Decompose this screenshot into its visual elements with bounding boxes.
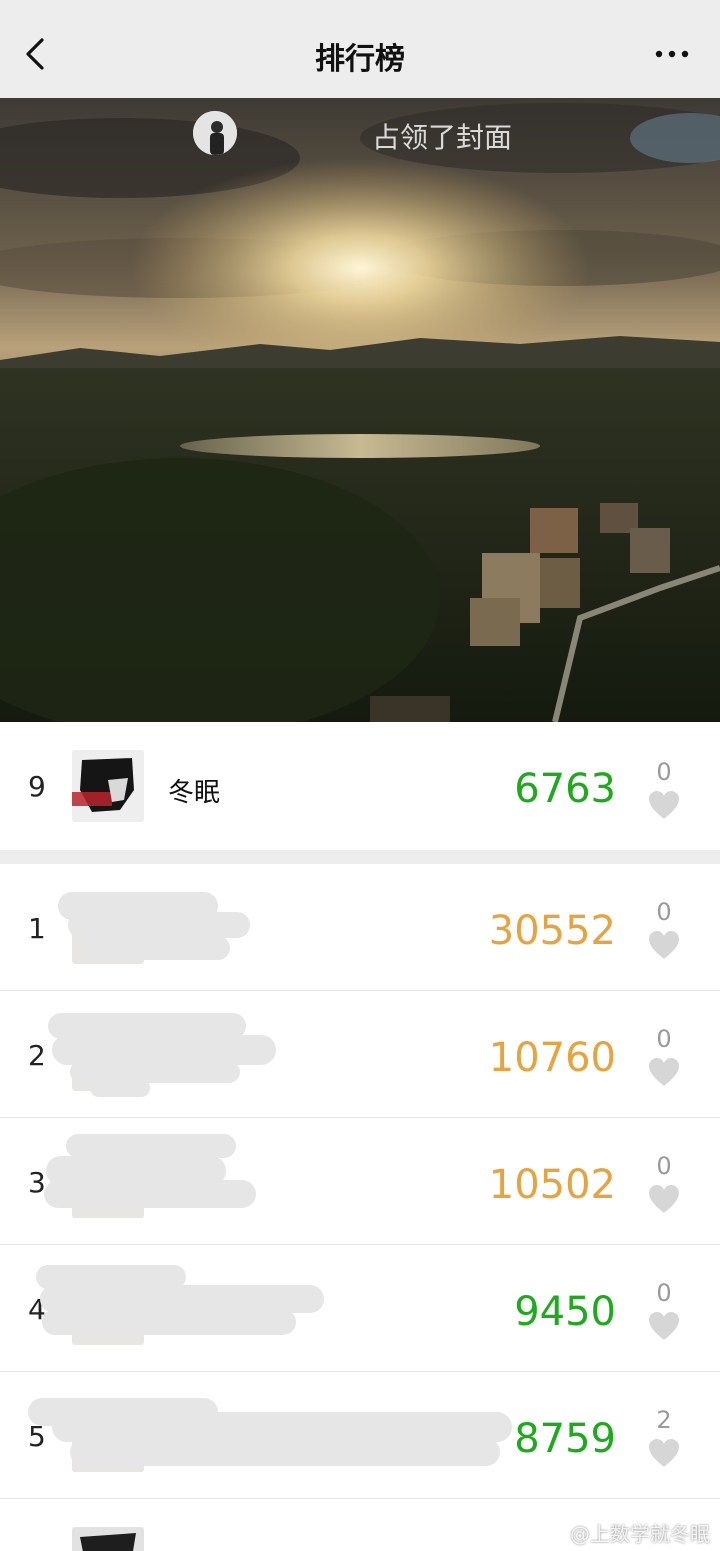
like-count: 0	[656, 1025, 672, 1053]
avatar[interactable]	[72, 1527, 144, 1551]
like-count: 0	[656, 898, 672, 926]
section-separator	[0, 850, 720, 864]
avatar-image	[193, 111, 237, 155]
cover-caption: 占领了封面	[372, 121, 513, 154]
like-button[interactable]: 0	[646, 1152, 682, 1214]
like-button[interactable]: 2	[646, 1406, 682, 1468]
like-count: 0	[656, 1152, 672, 1180]
table-row[interactable]: 5 8759 2	[0, 1372, 720, 1499]
page-title: 排行榜	[315, 42, 405, 77]
like-button[interactable]: 0	[646, 1025, 682, 1087]
table-row[interactable]: 3 10502 0	[0, 1118, 720, 1245]
step-count: 8759	[514, 1416, 616, 1462]
table-row[interactable]: 2 10760 0	[0, 991, 720, 1118]
heart-icon	[649, 931, 679, 959]
table-row[interactable]: 1 30552 0	[0, 864, 720, 991]
redaction-scribble	[66, 1134, 236, 1158]
user-name: 冬眠	[168, 778, 221, 808]
like-button[interactable]: 0	[646, 1279, 682, 1341]
step-count: 10760	[488, 1035, 616, 1081]
more-dots-icon	[655, 50, 689, 58]
step-count: 30552	[488, 908, 616, 954]
redaction-scribble	[80, 936, 230, 960]
like-count: 0	[656, 758, 672, 786]
redaction-scribble	[68, 912, 250, 938]
like-count: 2	[656, 1406, 672, 1434]
redaction-scribble	[90, 1079, 150, 1097]
heart-icon	[649, 1312, 679, 1340]
redaction-scribble	[70, 1438, 500, 1466]
watermark: @上数学就冬眠	[570, 1522, 710, 1546]
heart-icon	[649, 791, 679, 819]
table-row[interactable]: 4 9450 0	[0, 1245, 720, 1372]
like-count: 0	[656, 1279, 672, 1307]
like-button[interactable]: 0	[646, 898, 682, 960]
step-count: 9450	[514, 1289, 616, 1335]
heart-icon	[649, 1185, 679, 1213]
rank-number: 2	[28, 1039, 46, 1072]
ranking-list: 1 30552 0 2 10760 0 3 10502 0 4 9450 0 5…	[0, 864, 720, 1551]
cover-image[interactable]: 占领了封面	[0, 98, 720, 722]
avatar[interactable]	[72, 750, 144, 822]
like-button[interactable]: 0	[646, 758, 682, 820]
heart-icon	[649, 1439, 679, 1467]
my-ranking-row[interactable]: 9 冬眠 6763 0	[0, 722, 720, 850]
redaction-scribble	[42, 1309, 296, 1335]
rank-number: 1	[28, 912, 46, 945]
more-button[interactable]	[654, 42, 690, 66]
nav-bar: 排行榜	[0, 0, 720, 98]
rank-number: 9	[28, 770, 46, 803]
step-count: 6763	[514, 766, 616, 812]
avatar-image	[72, 1527, 144, 1551]
heart-icon	[649, 1058, 679, 1086]
redaction-scribble	[44, 1180, 256, 1208]
avatar-image	[72, 750, 144, 822]
sunset-landscape-image	[0, 98, 720, 722]
cover-owner-avatar[interactable]	[193, 111, 237, 155]
step-count: 10502	[488, 1162, 616, 1208]
